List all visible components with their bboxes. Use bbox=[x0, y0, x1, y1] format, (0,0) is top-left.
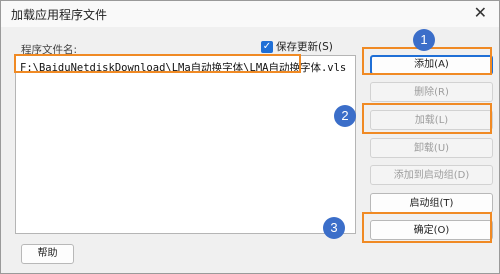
step-badge-3: 3 bbox=[323, 217, 345, 239]
unload-button[interactable]: 卸载(U) bbox=[370, 138, 493, 158]
close-icon[interactable]: ✕ bbox=[474, 3, 487, 22]
step-badge-2: 2 bbox=[334, 105, 356, 127]
checkbox-checked-icon[interactable]: ✓ bbox=[261, 40, 273, 53]
save-updates-label: 保存更新(S) bbox=[276, 41, 333, 53]
ok-button[interactable]: 确定(O) bbox=[370, 220, 493, 240]
title-bar: 加载应用程序文件 ✕ bbox=[1, 1, 499, 27]
remove-button[interactable]: 删除(R) bbox=[370, 82, 493, 102]
list-item[interactable]: F:\BaiduNetdiskDownload\LMa自动换字体\LMA自动换字… bbox=[20, 60, 346, 75]
load-button[interactable]: 加载(L) bbox=[370, 110, 493, 130]
help-button[interactable]: 帮助 bbox=[21, 244, 74, 264]
save-updates-checkbox[interactable]: ✓ 保存更新(S) bbox=[261, 39, 333, 54]
add-to-startup-button[interactable]: 添加到启动组(D) bbox=[370, 165, 493, 185]
dialog-title: 加载应用程序文件 bbox=[11, 8, 108, 22]
file-list[interactable]: F:\BaiduNetdiskDownload\LMa自动换字体\LMA自动换字… bbox=[15, 55, 356, 234]
add-button[interactable]: 添加(A) bbox=[370, 55, 493, 75]
step-badge-1: 1 bbox=[413, 29, 435, 51]
startup-group-button[interactable]: 启动组(T) bbox=[370, 193, 493, 213]
